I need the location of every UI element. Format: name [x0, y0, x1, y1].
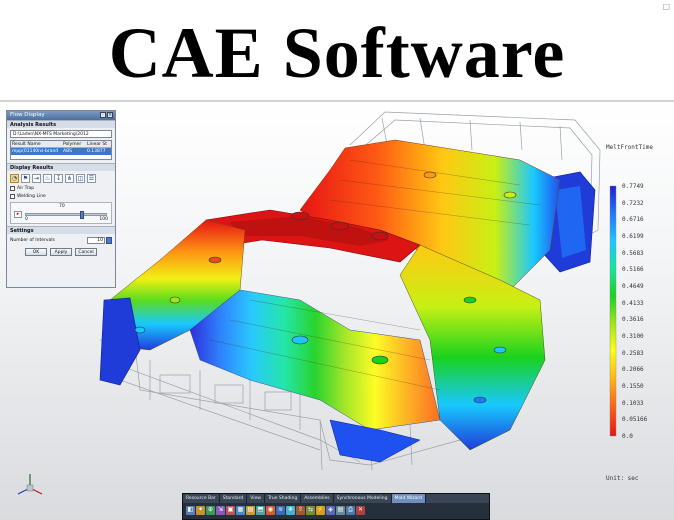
air-trap-label: Air Trap	[17, 186, 35, 191]
ok-button[interactable]: OK	[25, 248, 47, 256]
toolbar-icons: ◧ ✦ ⊕ ⇲ ▣ ▦ ▤ ⬒ ◉ ≋ ❄ ⇧ ⇆ ⚡ ◈ ▤ ⎙ ✕	[183, 503, 489, 515]
layout-icon[interactable]: ▦	[236, 506, 245, 515]
intervals-input[interactable]: 10	[87, 236, 105, 244]
legend-value: 0.0	[622, 433, 633, 440]
col-polymer[interactable]: Polymer	[63, 141, 87, 147]
cool-icon[interactable]: ❄	[286, 506, 295, 515]
settings-header[interactable]: Settings	[7, 226, 115, 234]
fill-time-icon[interactable]: ◔	[10, 174, 19, 183]
flag-icon[interactable]: ⚑	[21, 174, 30, 183]
panel-close-icon[interactable]: ×	[107, 112, 113, 118]
air-trap-option[interactable]: Air Trap	[10, 185, 112, 192]
panel-title: Flow Display	[10, 112, 45, 118]
legend-value: 0.5166	[622, 266, 644, 274]
legend-value: 0.4133	[622, 299, 644, 307]
cell-polymer: ABS	[63, 149, 72, 154]
legend-unit: Unit: sec	[606, 475, 639, 482]
legend-value: 0.2583	[622, 349, 644, 357]
slider-value: 70	[59, 204, 65, 209]
welding-line-label: Welding Line	[17, 194, 46, 199]
legend-value: 0.1033	[622, 399, 644, 407]
save-icon[interactable]: ⎙	[346, 506, 355, 515]
family-icon[interactable]: ▤	[246, 506, 255, 515]
legend-value: 0.3616	[622, 316, 644, 324]
csys-icon[interactable]: ⊕	[206, 506, 215, 515]
legend-value: 0.2066	[622, 366, 644, 374]
legend-value: 0.6716	[622, 216, 644, 224]
toolbar-tab[interactable]: Synchronous Modeling	[334, 494, 392, 503]
legend-value: 0.6199	[622, 233, 644, 240]
orientation-icon[interactable]: ⋔	[65, 174, 74, 183]
intervals-spinner[interactable]	[106, 236, 112, 244]
toolbar-tab[interactable]: Standard	[220, 494, 248, 503]
legend-value: 0.3100	[622, 333, 644, 340]
welding-line-option[interactable]: Welding Line	[10, 193, 112, 200]
cell-linear: 0.13877	[87, 149, 106, 154]
workpiece-icon[interactable]: ▣	[226, 506, 235, 515]
panel-pin-icon[interactable]: ·	[100, 112, 106, 118]
legend-labels: 0.7749 0.7232 0.6716 0.6199 0.5683 0.5166 0.46…	[622, 183, 662, 443]
temperature-icon[interactable]: ♨	[43, 174, 52, 183]
legend-title: MeltFrontTime	[606, 144, 653, 151]
results-table-header: Result Name Polymer Linear St	[11, 141, 111, 148]
dialog-buttons: OK Apply Cancel	[7, 248, 115, 256]
axis-triad	[17, 474, 43, 495]
air-trap-checkbox[interactable]	[10, 186, 15, 191]
pressure-icon[interactable]: ⇥	[32, 174, 41, 183]
volume-icon[interactable]: ◫	[76, 174, 85, 183]
close-icon[interactable]: ✕	[356, 506, 365, 515]
legend-value: 0.5683	[622, 249, 644, 257]
init-icon[interactable]: ✦	[196, 506, 205, 515]
legend-value: 0.05166	[622, 416, 648, 424]
slide-icon[interactable]: ⇆	[306, 506, 315, 515]
panel-titlebar: Flow Display · ×	[7, 111, 115, 120]
display-results-header[interactable]: Display Results	[7, 163, 115, 171]
analysis-results-header[interactable]: Analysis Results	[7, 120, 115, 128]
results-table: Result Name Polymer Linear St mpp(01140n…	[10, 140, 112, 160]
welding-line-checkbox[interactable]	[10, 194, 15, 199]
toolbar-tabs: Resource Bar Standard View True Shading Asse…	[183, 494, 489, 503]
flow-display-panel: Flow Display · × Analysis Results D:\Lad…	[6, 110, 116, 288]
slider-max: 100	[99, 217, 108, 222]
slider-min: 0	[25, 217, 28, 222]
legend-value: 0.1550	[622, 383, 644, 390]
list-icon[interactable]: ☰	[87, 174, 96, 183]
animation-slider[interactable]	[25, 211, 107, 219]
col-linear[interactable]: Linear St	[87, 141, 111, 147]
report-icon[interactable]: ▤	[336, 506, 345, 515]
runner-icon[interactable]: ≋	[276, 506, 285, 515]
intervals-label: Number of Intervals	[10, 237, 55, 243]
analysis-icon[interactable]: ◈	[326, 506, 335, 515]
front-rail-region	[189, 289, 441, 431]
slider-thumb[interactable]	[80, 211, 84, 219]
animation-slider-box: 70 ▸ 0 100	[10, 202, 112, 224]
play-icon[interactable]: ▸	[14, 211, 22, 218]
insert-icon[interactable]: ⬒	[256, 506, 265, 515]
results-path-field[interactable]: D:\Laden\NX-MFS Marketing\2012	[10, 130, 112, 138]
part-icon[interactable]: ◧	[186, 506, 195, 515]
table-row[interactable]: mpp(01140ns-brand ABS 0.13877	[11, 148, 111, 155]
ejector-icon[interactable]: ⇧	[296, 506, 305, 515]
col-result-name[interactable]: Result Name	[11, 141, 63, 147]
bottom-toolbar: Resource Bar Standard View True Shading Asse…	[182, 493, 490, 520]
legend-value: 0.7749	[622, 183, 644, 190]
toolbar-tab[interactable]: True Shading	[265, 494, 302, 503]
cell-result-name: mpp(01140ns-brand	[12, 149, 59, 154]
toolbar-tab[interactable]: View	[247, 494, 265, 503]
cancel-button[interactable]: Cancel	[75, 248, 97, 256]
electrode-icon[interactable]: ⚡	[316, 506, 325, 515]
gate-icon[interactable]: ◉	[266, 506, 275, 515]
intervals-row: Number of Intervals 10	[10, 236, 112, 244]
toolbar-tab[interactable]: Assemblies	[301, 494, 334, 503]
apply-button[interactable]: Apply	[50, 248, 72, 256]
shrink-icon[interactable]: ↧	[54, 174, 63, 183]
display-results-tools: ◔ ⚑ ⇥ ♨ ↧ ⋔ ◫ ☰	[10, 174, 112, 183]
toolbar-tab[interactable]: Resource Bar	[183, 494, 220, 503]
shrink-icon[interactable]: ⇲	[216, 506, 225, 515]
legend-value: 0.4649	[622, 283, 644, 290]
toolbar-tab[interactable]: Mold Wizard	[391, 494, 427, 503]
legend-color-bar	[609, 185, 617, 437]
legend-value: 0.7232	[622, 199, 644, 207]
